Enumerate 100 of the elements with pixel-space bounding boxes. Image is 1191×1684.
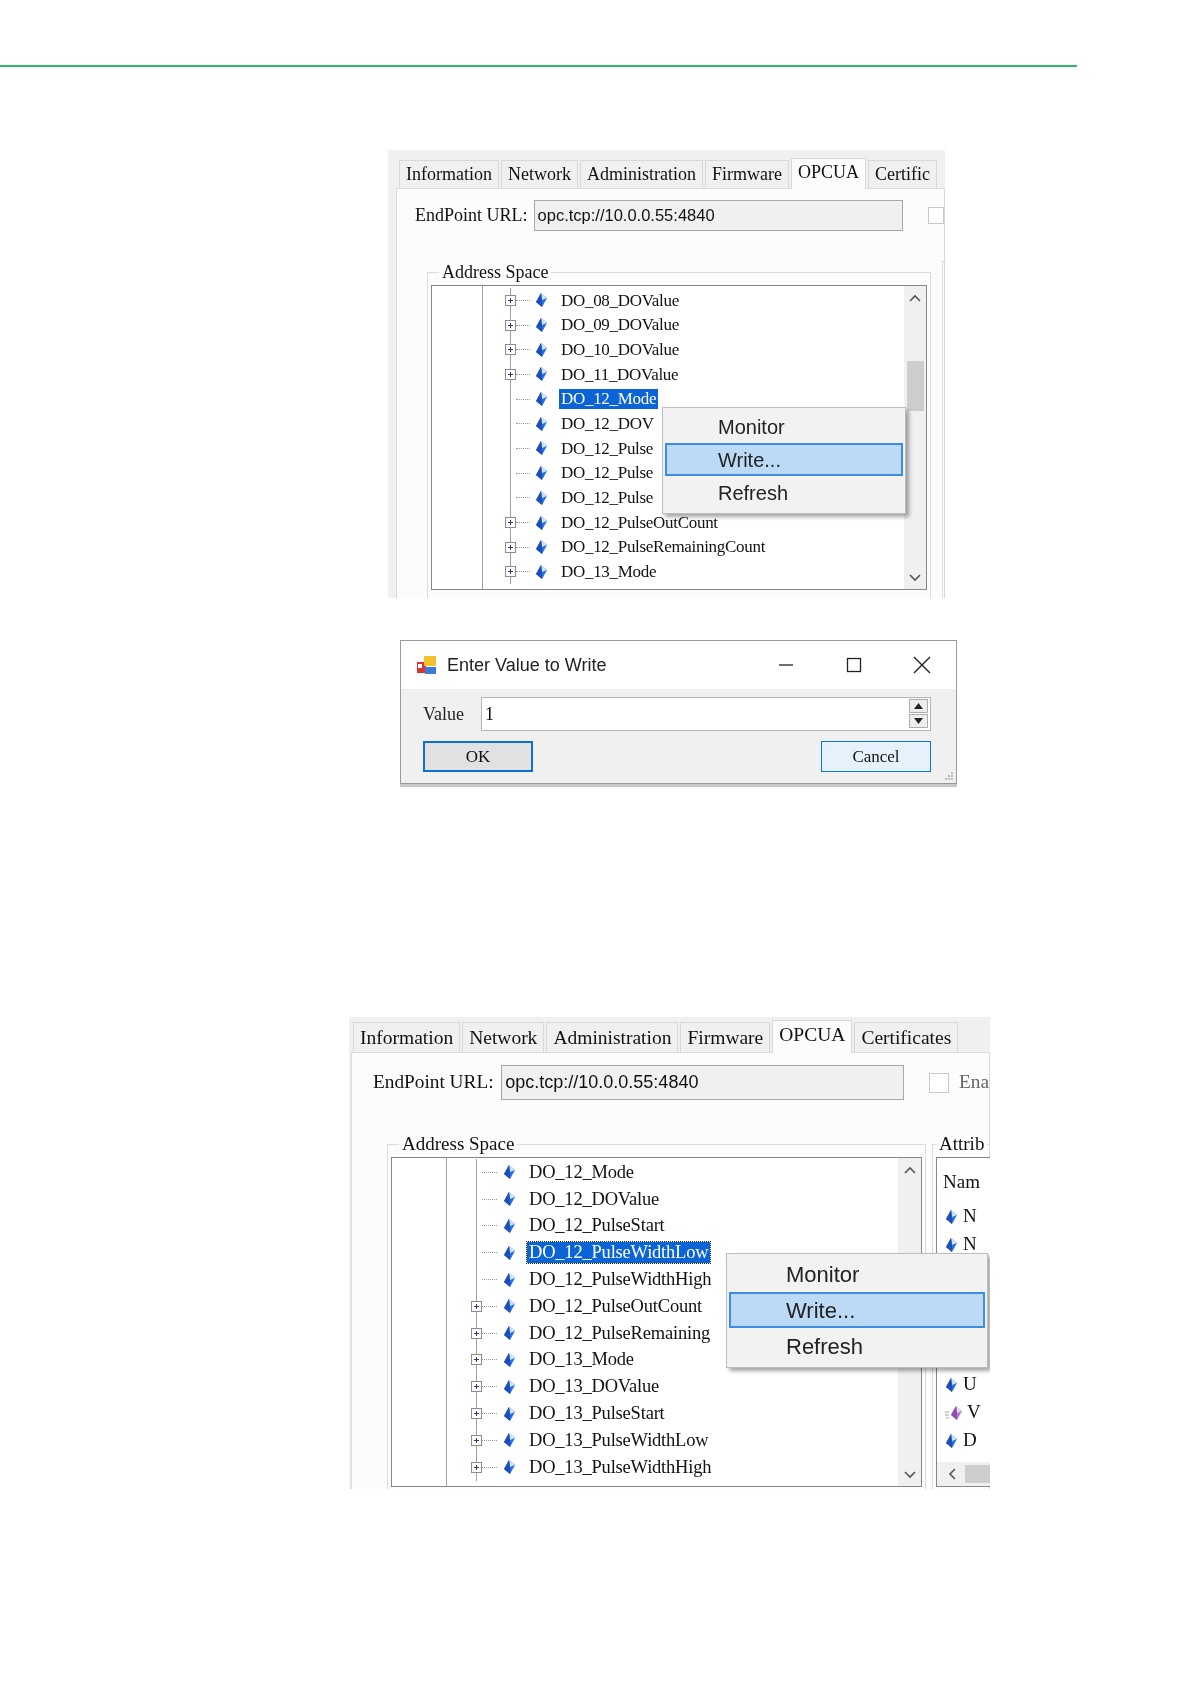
tab[interactable]: Network bbox=[462, 1022, 545, 1052]
tree-item[interactable]: DO_13_DOValue bbox=[527, 1376, 661, 1398]
cube-icon bbox=[534, 366, 549, 383]
tree-item[interactable]: DO_12_Pulse bbox=[559, 463, 656, 483]
tree-item[interactable]: DO_12_PulseOutCount bbox=[527, 1295, 704, 1317]
checkbox[interactable] bbox=[929, 1072, 949, 1093]
cube-icon bbox=[534, 341, 549, 358]
tab[interactable]: OPCUA bbox=[790, 158, 866, 189]
cube-icon bbox=[502, 1378, 517, 1395]
tab[interactable]: Administration bbox=[579, 160, 703, 188]
tree-item[interactable]: DO_12_Mode bbox=[527, 1161, 636, 1184]
tab[interactable]: Certificates bbox=[854, 1022, 959, 1052]
cube-icon bbox=[534, 292, 549, 309]
plus-icon[interactable] bbox=[471, 1434, 482, 1446]
tree-item[interactable]: DO_13_PulseWidthHigh bbox=[527, 1456, 714, 1478]
plus-icon[interactable] bbox=[471, 1354, 482, 1366]
chevron-up-icon[interactable] bbox=[908, 292, 922, 304]
tab[interactable]: Network bbox=[501, 160, 578, 188]
tree-item[interactable]: DO_12_DOValue bbox=[527, 1188, 661, 1210]
menu-item[interactable]: Write... bbox=[665, 443, 903, 476]
tree-item[interactable]: DO_12_PulseOutCount bbox=[559, 512, 720, 533]
cube-icon bbox=[502, 1164, 517, 1181]
tree-item[interactable]: DO_13_PulseStart bbox=[527, 1402, 667, 1425]
cube-icon bbox=[502, 1191, 517, 1208]
plus-icon[interactable] bbox=[505, 294, 516, 306]
plus-icon[interactable] bbox=[505, 344, 516, 356]
plus-icon[interactable] bbox=[471, 1408, 482, 1420]
tab[interactable]: Information bbox=[353, 1022, 461, 1052]
group-title: Address Space bbox=[441, 261, 550, 283]
tree-item[interactable]: DO_08_DOValue bbox=[559, 290, 681, 311]
tree-item[interactable]: DO_12_PulseRemaining bbox=[527, 1322, 712, 1344]
chevron-down-icon[interactable] bbox=[908, 571, 922, 583]
tab[interactable]: Firmware bbox=[704, 160, 789, 188]
scrollbar[interactable] bbox=[904, 286, 926, 589]
cube-icon bbox=[534, 539, 549, 556]
cube-icon bbox=[502, 1351, 517, 1368]
tab[interactable]: OPCUA bbox=[772, 1020, 853, 1053]
close-icon[interactable] bbox=[913, 656, 931, 674]
menu-item[interactable]: Monitor bbox=[729, 1256, 985, 1292]
attribute-name: N bbox=[963, 1232, 977, 1257]
plus-icon[interactable] bbox=[471, 1300, 482, 1312]
cube-icon bbox=[502, 1244, 517, 1261]
maximize-icon[interactable] bbox=[846, 657, 862, 673]
menu-item[interactable]: Write... bbox=[729, 1292, 985, 1328]
menu-item[interactable]: Monitor bbox=[665, 410, 903, 443]
tree-item[interactable]: DO_12_Pulse bbox=[559, 488, 656, 508]
cube-icon bbox=[944, 1208, 959, 1225]
resize-grip-icon[interactable] bbox=[944, 771, 954, 781]
plus-icon[interactable] bbox=[471, 1327, 482, 1339]
attribute-name: D bbox=[963, 1428, 977, 1453]
menu-item[interactable]: Refresh bbox=[665, 476, 903, 509]
cube-icon bbox=[944, 1404, 963, 1421]
tab[interactable]: Certific bbox=[867, 160, 937, 188]
plus-icon[interactable] bbox=[505, 319, 516, 331]
endpoint-field[interactable]: opc.tcp://10.0.0.55:4840 bbox=[501, 1065, 904, 1100]
tree-item[interactable]: DO_12_DOV bbox=[559, 414, 656, 434]
value-field[interactable]: 1 bbox=[481, 697, 931, 731]
cube-icon bbox=[502, 1271, 517, 1288]
chevron-down-icon[interactable] bbox=[902, 1468, 917, 1480]
spin-up-button[interactable] bbox=[909, 699, 928, 713]
endpoint-field[interactable]: opc.tcp://10.0.0.55:4840 bbox=[533, 200, 903, 231]
menu-item[interactable]: Refresh bbox=[729, 1328, 985, 1364]
checkbox[interactable] bbox=[928, 207, 944, 224]
scrollbar-thumb[interactable] bbox=[906, 361, 924, 411]
tree-item[interactable]: DO_13_Mode bbox=[559, 562, 659, 582]
tree-item[interactable]: DO_11_DOValue bbox=[559, 364, 681, 385]
attribute-name: V bbox=[967, 1400, 981, 1425]
plus-icon[interactable] bbox=[471, 1381, 482, 1393]
tree-item[interactable]: DO_12_PulseRemainingCount bbox=[559, 537, 768, 557]
chevron-left-icon[interactable] bbox=[947, 1467, 957, 1481]
cube-icon bbox=[944, 1432, 959, 1449]
plus-icon[interactable] bbox=[471, 1461, 482, 1473]
endpoint-label: EndPoint URL: bbox=[415, 204, 529, 227]
dialog-button[interactable]: OK bbox=[423, 741, 533, 772]
tree-item[interactable]: DO_12_Pulse bbox=[559, 438, 656, 459]
spin-down-button[interactable] bbox=[909, 714, 928, 728]
chevron-up-icon[interactable] bbox=[902, 1164, 917, 1176]
plus-icon[interactable] bbox=[505, 517, 516, 529]
value-label: Value bbox=[423, 702, 465, 726]
tree-item[interactable]: DO_13_PulseWidthLow bbox=[527, 1429, 711, 1451]
cube-icon bbox=[944, 1376, 959, 1393]
attribute-name: N bbox=[963, 1204, 977, 1229]
triangle-down-icon[interactable] bbox=[914, 718, 923, 724]
tab[interactable]: Information bbox=[399, 160, 499, 188]
tree-item[interactable]: DO_12_PulseWidthHigh bbox=[527, 1268, 714, 1291]
plus-icon[interactable] bbox=[505, 541, 516, 553]
cube-icon bbox=[534, 391, 549, 408]
plus-icon[interactable] bbox=[505, 368, 516, 380]
tab[interactable]: Firmware bbox=[680, 1022, 771, 1052]
tree-item[interactable]: DO_09_DOValue bbox=[559, 315, 681, 335]
tree-item[interactable]: DO_10_DOValue bbox=[559, 339, 681, 360]
plus-icon[interactable] bbox=[505, 566, 516, 578]
tree-item[interactable]: DO_12_Mode bbox=[559, 389, 659, 409]
cube-icon bbox=[534, 563, 549, 580]
triangle-up-icon[interactable] bbox=[914, 703, 923, 709]
tab[interactable]: Administration bbox=[546, 1022, 679, 1052]
tree-item[interactable]: DO_13_Mode bbox=[527, 1349, 636, 1371]
dialog-button[interactable]: Cancel bbox=[821, 741, 931, 772]
tree-item[interactable]: DO_12_PulseStart bbox=[527, 1215, 667, 1237]
tree-item[interactable]: DO_12_PulseWidthLow bbox=[527, 1242, 711, 1264]
